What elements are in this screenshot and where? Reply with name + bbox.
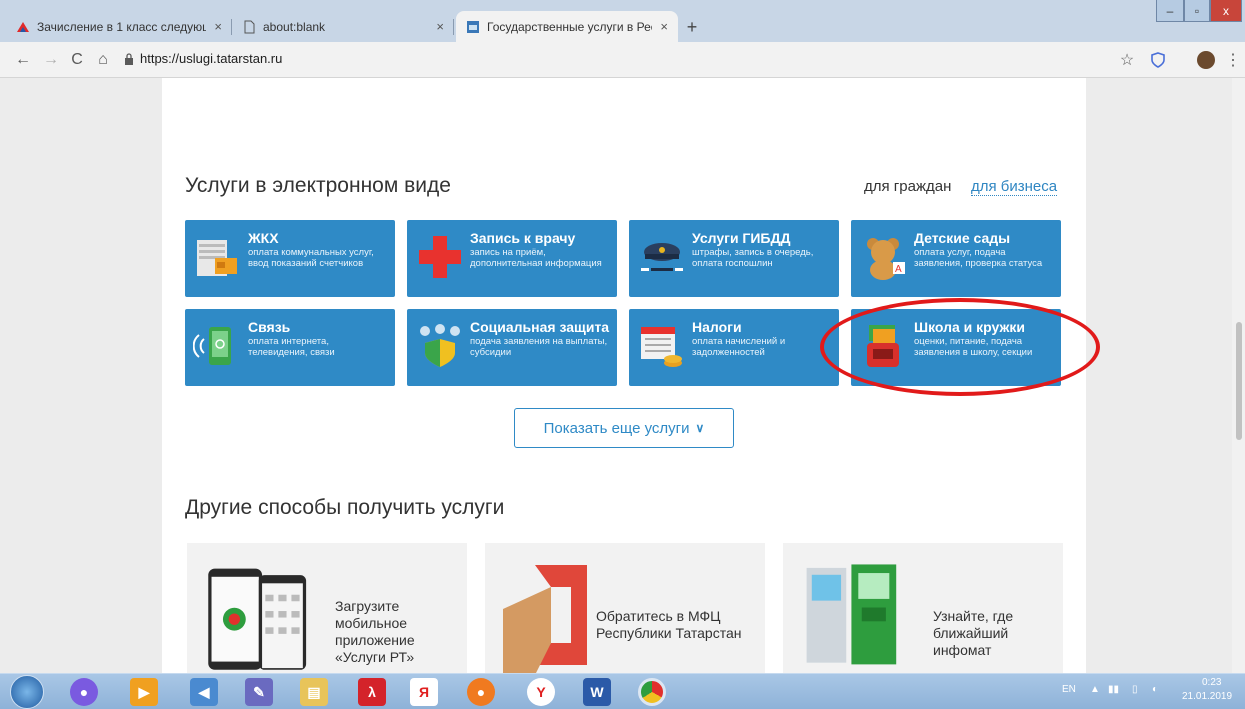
windows-start-button[interactable]: [10, 675, 44, 709]
filter-citizens[interactable]: для граждан: [864, 178, 951, 195]
volume-app-icon[interactable]: ◀: [190, 678, 218, 706]
clock-time[interactable]: 0:23: [1202, 677, 1221, 688]
service-tile-school[interactable]: Школа и кружки оценки, питание, подача з…: [851, 309, 1061, 386]
phone-icon: [193, 327, 231, 365]
card-mobile-app-text: Загрузите мобильное приложение «Услуги Р…: [335, 598, 415, 665]
page-left-margin: [0, 78, 162, 673]
card-mobile-app[interactable]: Загрузите мобильное приложение «Услуги Р…: [187, 543, 467, 673]
page-icon: [244, 20, 255, 33]
yandex-browser-icon[interactable]: Y: [527, 678, 555, 706]
calendar-coins-icon: [641, 327, 682, 367]
show-more-services-button[interactable]: Показать еще услуги ∨: [514, 408, 734, 448]
maximize-button[interactable]: ▫: [1184, 0, 1210, 22]
browser-tab-bar: Зачисление в 1 класс следующ × about:bla…: [0, 0, 1245, 42]
menu-dots-icon[interactable]: ⋮: [1222, 49, 1244, 71]
gosuslugi-favicon-icon: [17, 21, 29, 32]
windows-taskbar: ● ▶ ◀ ✎ ▤ λ Я ● Y W EN ▲ ▮▮ ▯ ◐ 0:23 21.…: [0, 673, 1245, 709]
folder-icon[interactable]: ▤: [300, 678, 328, 706]
back-arrow-icon[interactable]: ←: [12, 49, 34, 71]
utilities-icon: [197, 240, 237, 276]
browser-toolbar: ← → C ⌂ https://uslugi.tatarstan.ru ☆ ⋮: [0, 42, 1245, 78]
chrome-icon[interactable]: [638, 678, 666, 706]
school-bag-icon: [867, 325, 899, 367]
address-bar[interactable]: https://uslugi.tatarstan.ru: [140, 51, 282, 66]
medical-cross-icon: [419, 236, 461, 278]
extension-shield-icon[interactable]: [1150, 52, 1166, 68]
yandex-icon[interactable]: Я: [410, 678, 438, 706]
close-tab-icon[interactable]: ×: [660, 19, 668, 34]
network-icon[interactable]: ▮▮: [1108, 684, 1119, 695]
teddy-bear-icon: A: [867, 238, 905, 280]
mfc-logo-icon: [503, 565, 587, 673]
page-right-margin: [1086, 78, 1245, 673]
other-ways-title: Другие способы получить услуги: [185, 496, 505, 519]
service-tile-utilities[interactable]: ЖКХ оплата коммунальных услуг, ввод пока…: [185, 220, 395, 297]
service-tile-traffic-police[interactable]: Услуги ГИБДД штрафы, запись в очередь, о…: [629, 220, 839, 297]
filter-business-link[interactable]: для бизнеса: [971, 178, 1058, 196]
acrobat-icon[interactable]: λ: [358, 678, 386, 706]
home-icon[interactable]: ⌂: [92, 49, 114, 71]
service-tile-kindergarten[interactable]: A Детские сады оплата услуг, подача заяв…: [851, 220, 1061, 297]
reload-icon[interactable]: C: [66, 49, 88, 71]
new-tab-button[interactable]: +: [680, 15, 704, 39]
close-tab-icon[interactable]: ×: [436, 19, 444, 34]
close-tab-icon[interactable]: ×: [214, 19, 222, 34]
speaker-icon[interactable]: ◐: [1152, 684, 1158, 695]
smartphones-icon: [208, 568, 307, 670]
tray-arrow-icon[interactable]: ▲: [1090, 684, 1100, 695]
service-tile-taxes[interactable]: Налоги оплата начислений и задолженносте…: [629, 309, 839, 386]
lock-icon: [125, 53, 133, 65]
services-title: Услуги в электронном виде: [185, 174, 451, 197]
close-window-button[interactable]: x: [1210, 0, 1242, 22]
forward-arrow-icon[interactable]: →: [40, 49, 62, 71]
mic-icon[interactable]: ●: [70, 678, 98, 706]
media-player-icon[interactable]: ▶: [130, 678, 158, 706]
service-tile-doctor[interactable]: Запись к врачу запись на приём, дополнит…: [407, 220, 617, 297]
service-tile-communication[interactable]: Связь оплата интернета, телевидения, свя…: [185, 309, 395, 386]
kiosk-icon: [806, 564, 897, 665]
profile-avatar[interactable]: [1197, 51, 1215, 69]
chevron-down-icon: ∨: [695, 421, 705, 435]
card-mfc[interactable]: Обратитесь в МФЦ Республики Татарстан: [485, 543, 765, 673]
service-tile-social[interactable]: Социальная защита подача заявления на вы…: [407, 309, 617, 386]
scrollbar-thumb[interactable]: [1236, 322, 1242, 440]
tab-about-blank[interactable]: about:blank ×: [232, 11, 454, 42]
site-favicon-icon: [467, 20, 479, 33]
family-shield-icon: [420, 324, 460, 367]
clock-date[interactable]: 21.01.2019: [1182, 691, 1232, 702]
battery-icon[interactable]: ▯: [1132, 684, 1138, 695]
tab-gosuslugi-active[interactable]: Государственные услуги в Респ ×: [456, 11, 678, 42]
card-infomat-text: Узнайте, где ближайший инфомат: [933, 608, 1014, 658]
police-cap-icon: [641, 243, 683, 271]
language-indicator[interactable]: EN: [1062, 684, 1076, 695]
firefox-icon[interactable]: ●: [467, 678, 495, 706]
card-mfc-text: Обратитесь в МФЦ Республики Татарстан: [596, 608, 742, 641]
word-icon[interactable]: W: [583, 678, 611, 706]
bookmark-star-icon[interactable]: ☆: [1116, 49, 1138, 71]
minimize-button[interactable]: –: [1156, 0, 1184, 22]
tools-icon[interactable]: ✎: [245, 678, 273, 706]
card-infomat[interactable]: Узнайте, где ближайший инфомат: [783, 543, 1063, 673]
tab-enrollment[interactable]: Зачисление в 1 класс следующ ×: [6, 11, 232, 42]
svg-text:A: A: [895, 264, 902, 275]
